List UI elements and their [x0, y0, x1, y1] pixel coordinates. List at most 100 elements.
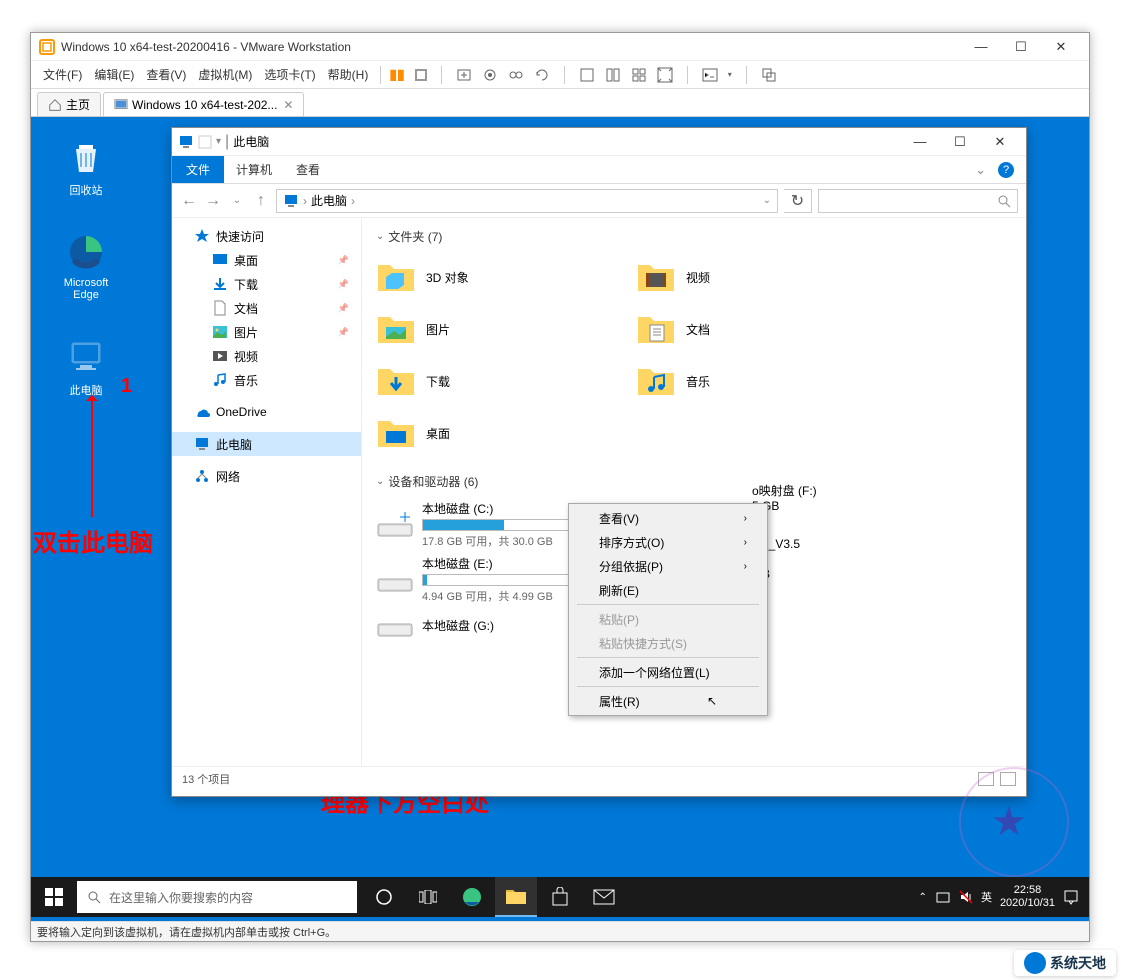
ctx-add-network[interactable]: 添加一个网络位置(L): [571, 660, 765, 684]
layout-single-icon[interactable]: [579, 67, 595, 83]
refresh-button[interactable]: ↻: [784, 189, 812, 213]
address-bar[interactable]: › 此电脑 › ⌄: [276, 189, 778, 213]
devices-section-header[interactable]: ⌄设备和驱动器 (6): [376, 473, 1012, 490]
snapshot-icon[interactable]: [482, 67, 498, 83]
folder-documents[interactable]: 文档: [636, 305, 886, 353]
sidebar-desktop[interactable]: 桌面: [172, 248, 361, 272]
tray-ime[interactable]: 英: [981, 889, 992, 905]
folder-videos[interactable]: 视频: [636, 253, 886, 301]
ctx-sort[interactable]: 排序方式(O)›: [571, 530, 765, 554]
sidebar-network[interactable]: 网络: [172, 464, 361, 488]
ribbon-file-tab[interactable]: 文件: [172, 156, 224, 183]
desktop-recycle-bin[interactable]: 回收站: [51, 137, 121, 198]
annotation-marker-1: 1: [121, 375, 132, 398]
start-button[interactable]: [31, 877, 77, 917]
vm-tab[interactable]: Windows 10 x64-test-202... ✕: [103, 92, 304, 116]
vmware-window: Windows 10 x64-test-20200416 - VMware Wo…: [30, 32, 1090, 942]
folders-section-header[interactable]: ⌄文件夹 (7): [376, 228, 1012, 245]
taskbar-explorer[interactable]: [495, 877, 537, 917]
ctx-group[interactable]: 分组依据(P)›: [571, 554, 765, 578]
sidebar-documents[interactable]: 文档: [172, 296, 361, 320]
unity-icon[interactable]: [761, 67, 777, 83]
send-ctrl-alt-del-icon[interactable]: [456, 67, 472, 83]
taskbar-search[interactable]: 在这里输入你要搜索的内容: [77, 881, 357, 913]
tab-close-icon[interactable]: ✕: [283, 98, 293, 112]
sidebar-videos[interactable]: 视频: [172, 344, 361, 368]
folder-pictures[interactable]: 图片: [376, 305, 626, 353]
tray-up-icon[interactable]: ⌃: [919, 892, 927, 903]
desktop-edge[interactable]: Microsoft Edge: [51, 232, 121, 301]
sidebar-onedrive[interactable]: OneDrive: [172, 400, 361, 424]
vmware-title: Windows 10 x64-test-20200416 - VMware Wo…: [61, 40, 961, 54]
stop-icon[interactable]: [415, 69, 427, 81]
drive-f2-partial[interactable]: YU_V3.5 MB: [752, 537, 872, 581]
monitor-icon: [114, 98, 128, 112]
taskbar-store[interactable]: [539, 877, 581, 917]
fullscreen-icon[interactable]: [657, 67, 673, 83]
revert-icon[interactable]: [534, 67, 550, 83]
tray-clock[interactable]: 22:58 2020/10/31: [1000, 884, 1055, 910]
explorer-minimize-button[interactable]: —: [900, 130, 940, 154]
folder-desktop[interactable]: 桌面: [376, 409, 626, 457]
folder-icon: [505, 887, 527, 905]
folder-icon: [376, 309, 416, 349]
menu-help[interactable]: 帮助(H): [324, 66, 373, 83]
taskbar-mail[interactable]: [583, 877, 625, 917]
nav-up-button[interactable]: ↑: [252, 192, 270, 210]
explorer-maximize-button[interactable]: ☐: [940, 130, 980, 154]
folder-icon: [636, 361, 676, 401]
help-icon[interactable]: ?: [998, 162, 1014, 178]
vmware-minimize-button[interactable]: —: [961, 35, 1001, 59]
task-view-icon: [419, 890, 437, 904]
sidebar-quick-access[interactable]: 快速访问: [172, 224, 361, 248]
sidebar-pictures[interactable]: 图片: [172, 320, 361, 344]
menu-vm[interactable]: 虚拟机(M): [194, 66, 256, 83]
tray-volume-icon[interactable]: [959, 890, 973, 904]
addr-dropdown-icon[interactable]: ⌄: [763, 195, 771, 206]
menu-file[interactable]: 文件(F): [39, 66, 86, 83]
menu-tabs[interactable]: 选项卡(T): [260, 66, 319, 83]
search-box[interactable]: [818, 189, 1018, 213]
status-item-count: 13 个项目: [182, 771, 230, 787]
snapshot-manager-icon[interactable]: [508, 67, 524, 83]
pause-icon[interactable]: ▮▮: [389, 66, 404, 83]
cortana-button[interactable]: [363, 877, 405, 917]
tray-notification-icon[interactable]: [1063, 889, 1079, 905]
vmware-close-button[interactable]: ✕: [1041, 35, 1081, 59]
explorer-ribbon: 文件 计算机 查看 ⌄ ?: [172, 156, 1026, 184]
folder-music[interactable]: 音乐: [636, 357, 886, 405]
nav-history-button[interactable]: ⌄: [228, 192, 246, 210]
drive-f-partial[interactable]: o映射盘 (F:) 5 GB: [752, 482, 872, 513]
menu-edit[interactable]: 编辑(E): [90, 66, 138, 83]
nav-forward-button[interactable]: →: [204, 192, 222, 210]
ctx-refresh[interactable]: 刷新(E): [571, 578, 765, 602]
vm-viewport[interactable]: 回收站 Microsoft Edge 此电脑 1 双击此电脑 2 右键单击资源管…: [31, 117, 1089, 937]
sidebar-downloads[interactable]: 下载: [172, 272, 361, 296]
ribbon-computer-tab[interactable]: 计算机: [224, 157, 284, 182]
ribbon-view-tab[interactable]: 查看: [284, 157, 332, 182]
sidebar-music[interactable]: 音乐: [172, 368, 361, 392]
nav-back-button[interactable]: ←: [180, 192, 198, 210]
ctx-properties[interactable]: 属性(R)↖: [571, 689, 765, 713]
folder-downloads[interactable]: 下载: [376, 357, 626, 405]
vmware-maximize-button[interactable]: ☐: [1001, 35, 1041, 59]
menu-view[interactable]: 查看(V): [142, 66, 190, 83]
taskbar-edge[interactable]: [451, 877, 493, 917]
layout-grid-icon[interactable]: [631, 67, 647, 83]
console-icon[interactable]: [702, 67, 718, 83]
tray-network-icon[interactable]: [935, 889, 951, 905]
qat-dropdown-icon[interactable]: ▾: [216, 136, 221, 147]
ctx-view[interactable]: 查看(V)›: [571, 506, 765, 530]
sidebar-this-pc[interactable]: 此电脑: [172, 432, 361, 456]
explorer-title: 此电脑: [233, 133, 269, 150]
layout-multi-icon[interactable]: [605, 67, 621, 83]
task-view-button[interactable]: [407, 877, 449, 917]
document-icon: [212, 300, 228, 316]
vmware-titlebar: Windows 10 x64-test-20200416 - VMware Wo…: [31, 33, 1089, 61]
ribbon-expand-icon[interactable]: ⌄: [975, 162, 986, 178]
explorer-close-button[interactable]: ✕: [980, 130, 1020, 154]
vmware-tabs: 主页 Windows 10 x64-test-202... ✕: [31, 89, 1089, 117]
home-tab[interactable]: 主页: [37, 92, 101, 116]
drive-icon: [376, 510, 414, 540]
folder-3d-objects[interactable]: 3D 对象: [376, 253, 626, 301]
